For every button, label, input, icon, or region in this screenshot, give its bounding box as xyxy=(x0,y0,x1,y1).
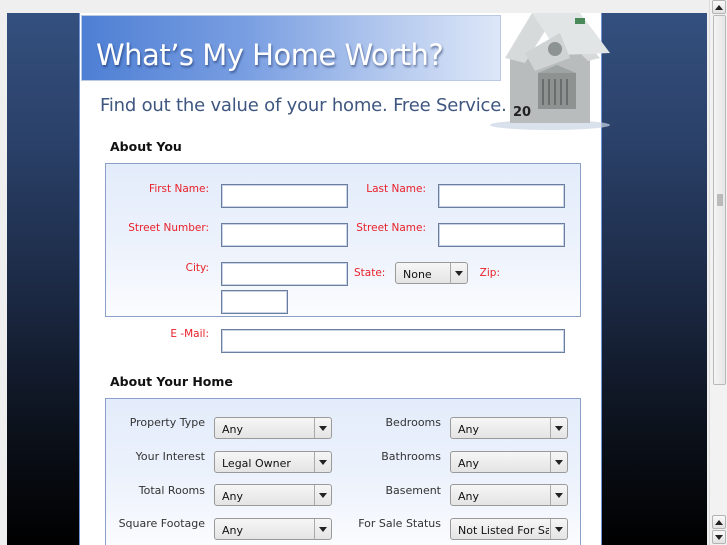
for-sale-status-value: Not Listed For Sale xyxy=(458,524,549,537)
email-label: E -Mail: xyxy=(170,328,209,340)
total-rooms-label: Total Rooms xyxy=(138,484,205,497)
chevron-down-icon xyxy=(550,452,567,472)
state-select-value: None xyxy=(403,268,432,281)
city-input[interactable] xyxy=(221,262,348,286)
about-you-heading: About You xyxy=(110,139,182,154)
last-name-input[interactable] xyxy=(438,184,565,208)
chevron-down-icon xyxy=(450,263,467,283)
basement-select[interactable]: Any xyxy=(450,484,568,506)
state-select[interactable]: None xyxy=(395,262,468,284)
vertical-scrollbar[interactable] xyxy=(709,0,727,545)
chevron-down-icon xyxy=(314,418,331,438)
tagline: Find out the value of your home. Free Se… xyxy=(100,95,507,116)
page-title: What’s My Home Worth? xyxy=(96,38,444,72)
scrollbar-thumb[interactable] xyxy=(713,15,726,385)
first-name-label: First Name: xyxy=(149,183,209,195)
chevron-down-icon xyxy=(550,519,567,539)
zip-input[interactable] xyxy=(221,290,288,314)
your-interest-label: Your Interest xyxy=(135,450,205,463)
svg-text:20: 20 xyxy=(513,105,531,120)
square-footage-select[interactable]: Any xyxy=(214,518,332,540)
bedrooms-select[interactable]: Any xyxy=(450,417,568,439)
bathrooms-label: Bathrooms xyxy=(381,450,441,463)
basement-label: Basement xyxy=(385,484,441,497)
your-interest-value: Legal Owner xyxy=(222,457,291,470)
property-type-select[interactable]: Any xyxy=(214,417,332,439)
bedrooms-value: Any xyxy=(458,423,480,436)
your-interest-select[interactable]: Legal Owner xyxy=(214,451,332,473)
for-sale-status-select[interactable]: Not Listed For Sale xyxy=(450,518,568,540)
total-rooms-select[interactable]: Any xyxy=(214,484,332,506)
chevron-down-icon xyxy=(550,485,567,505)
street-name-label: Street Name: xyxy=(356,222,426,234)
street-name-input[interactable] xyxy=(438,223,565,247)
scroll-up-button-bottom[interactable] xyxy=(712,515,726,529)
bedrooms-label: Bedrooms xyxy=(385,416,441,429)
basement-value: Any xyxy=(458,490,480,503)
zip-label: Zip: xyxy=(479,267,500,279)
street-number-label: Street Number: xyxy=(128,222,209,234)
bathrooms-select[interactable]: Any xyxy=(450,451,568,473)
scroll-up-button[interactable] xyxy=(712,0,726,14)
email-input[interactable] xyxy=(221,329,565,353)
money-house-image: 20 xyxy=(490,13,610,130)
street-number-input[interactable] xyxy=(221,223,348,247)
total-rooms-value: Any xyxy=(222,490,244,503)
bathrooms-value: Any xyxy=(458,457,480,470)
square-footage-value: Any xyxy=(222,524,244,537)
chevron-down-icon xyxy=(314,485,331,505)
chevron-down-icon xyxy=(314,519,331,539)
city-label: City: xyxy=(185,262,209,274)
chevron-down-icon xyxy=(550,418,567,438)
for-sale-status-label: For Sale Status xyxy=(358,517,441,530)
square-footage-label: Square Footage xyxy=(118,517,205,530)
about-your-home-heading: About Your Home xyxy=(110,374,233,389)
state-label: State: xyxy=(354,267,386,279)
grip-icon xyxy=(717,194,723,206)
property-type-value: Any xyxy=(222,423,244,436)
chevron-down-icon xyxy=(314,452,331,472)
last-name-label: Last Name: xyxy=(366,183,426,195)
scroll-down-button[interactable] xyxy=(712,530,726,544)
property-type-label: Property Type xyxy=(129,416,205,429)
first-name-input[interactable] xyxy=(221,184,348,208)
